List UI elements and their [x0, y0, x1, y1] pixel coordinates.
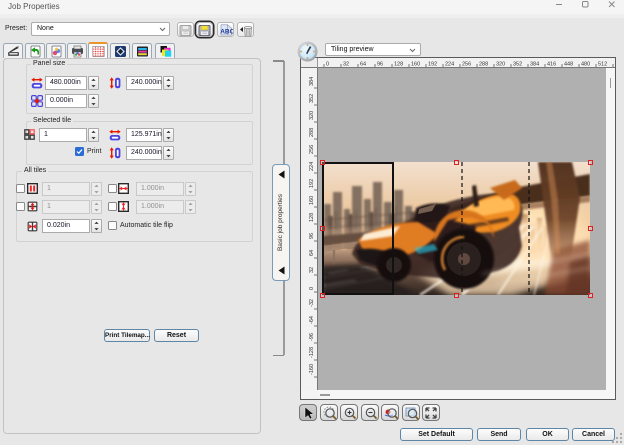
svg-text:384: 384: [530, 62, 539, 68]
svg-text:160: 160: [411, 62, 420, 68]
svg-text:32: 32: [343, 62, 349, 68]
svg-text:96: 96: [377, 62, 383, 68]
svg-text:416: 416: [547, 62, 556, 68]
svg-text:512: 512: [598, 62, 607, 68]
svg-text:448: 448: [564, 62, 573, 68]
svg-text:256: 256: [309, 145, 315, 154]
svg-text:384: 384: [309, 77, 315, 86]
svg-text:288: 288: [479, 62, 488, 68]
svg-text:480: 480: [581, 62, 590, 68]
svg-text:320: 320: [496, 62, 505, 68]
svg-text:-160: -160: [309, 364, 315, 375]
svg-text:224: 224: [445, 62, 454, 68]
svg-text:320: 320: [309, 111, 315, 120]
svg-text:256: 256: [462, 62, 471, 68]
svg-text:ABC: ABC: [220, 29, 233, 36]
svg-text:-128: -128: [309, 347, 315, 358]
svg-text:64: 64: [360, 62, 366, 68]
svg-text:-64: -64: [309, 316, 315, 324]
svg-text:352: 352: [309, 94, 315, 103]
svg-text:0: 0: [326, 62, 329, 68]
svg-text:128: 128: [394, 62, 403, 68]
svg-text:288: 288: [309, 128, 315, 137]
svg-text:352: 352: [513, 62, 522, 68]
svg-text:-32: -32: [309, 299, 315, 307]
svg-text:128: 128: [309, 213, 315, 222]
svg-text:96: 96: [309, 233, 315, 239]
svg-text:-96: -96: [309, 333, 315, 341]
svg-text:32: 32: [309, 267, 315, 273]
svg-text:224: 224: [309, 162, 315, 171]
svg-text:64: 64: [309, 250, 315, 256]
svg-text:0: 0: [309, 287, 315, 290]
svg-text:192: 192: [428, 62, 437, 68]
svg-text:160: 160: [309, 196, 315, 205]
svg-text:192: 192: [309, 179, 315, 188]
